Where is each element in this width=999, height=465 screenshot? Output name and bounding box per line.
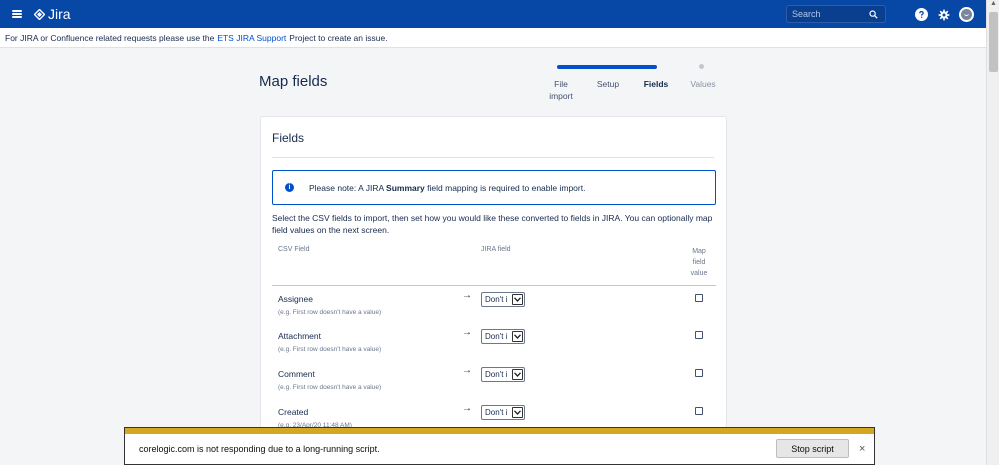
csv-field-hint: (e.g. First row doesn't have a value) <box>278 384 382 391</box>
page-title: Map fields <box>259 73 328 90</box>
jira-field-select[interactable]: Don't i <box>481 329 525 344</box>
arrow-icon: → <box>462 403 472 414</box>
banner-suffix: Project to create an issue. <box>289 32 388 43</box>
table-header: CSV Field JIRA field Map field value <box>272 246 716 286</box>
note-suffix: field mapping is required to enable impo… <box>427 182 586 193</box>
warning-stripe <box>125 428 874 434</box>
csv-field-name: Assignee <box>278 294 313 304</box>
csv-field-hint: (e.g. First row doesn't have a value) <box>278 309 382 316</box>
csv-field-name: Attachment <box>278 331 321 341</box>
notification-message: corelogic.com is not responding due to a… <box>139 444 380 454</box>
header-line: Map <box>692 248 706 255</box>
description: Select the CSV fields to import, then se… <box>272 213 713 235</box>
jira-field-select[interactable]: Don't i <box>481 292 525 307</box>
scrollbar-thumb[interactable] <box>989 12 998 72</box>
select-value: Don't i <box>485 408 508 417</box>
step-fields: Fields <box>640 78 672 90</box>
csv-field-hint: (e.g. First row doesn't have a value) <box>278 346 382 353</box>
search-input[interactable]: Search <box>786 5 886 23</box>
progress-tracker: File import Setup Fields Values <box>540 63 735 103</box>
jira-logo-icon <box>34 8 45 20</box>
table-row: Comment (e.g. First row doesn't have a v… <box>272 363 716 400</box>
progress-bar <box>557 65 657 69</box>
step-values: Values <box>686 78 720 90</box>
divider <box>272 157 714 158</box>
avatar-icon <box>961 9 972 20</box>
map-field-value-checkbox[interactable] <box>695 407 703 415</box>
column-header-csv-field: CSV Field <box>278 246 310 253</box>
progress-dot <box>699 64 704 69</box>
top-navigation-bar: Jira Search <box>0 0 986 28</box>
avatar[interactable] <box>959 7 974 22</box>
help-icon[interactable] <box>915 8 928 21</box>
announcement-banner: For JIRA or Confluence related requests … <box>0 28 986 48</box>
page-scrollbar[interactable]: ▲ <box>986 0 999 465</box>
note-prefix: Please note: A JIRA <box>309 182 384 193</box>
jira-logo[interactable]: Jira <box>34 6 71 22</box>
jira-field-select[interactable]: Don't i <box>481 367 525 382</box>
fields-card: Fields i Please note: A JIRA Summary fie… <box>260 116 727 436</box>
menu-icon[interactable] <box>12 10 22 18</box>
info-message-text: Please note: A JIRA Summary field mappin… <box>309 183 585 193</box>
search-placeholder: Search <box>792 9 821 19</box>
slow-script-notification: corelogic.com is not responding due to a… <box>124 427 875 465</box>
step-label: Values <box>690 79 716 89</box>
gear-icon[interactable] <box>937 8 950 21</box>
stop-script-button[interactable]: Stop script <box>776 439 849 458</box>
close-icon[interactable]: × <box>859 443 865 455</box>
step-file-import: File import <box>546 78 576 102</box>
table-row: Assignee (e.g. First row doesn't have a … <box>272 288 716 325</box>
table-row: Attachment (e.g. First row doesn't have … <box>272 325 716 362</box>
select-value: Don't i <box>485 295 508 304</box>
jira-field-select[interactable]: Don't i <box>481 405 525 420</box>
column-header-jira-field: JIRA field <box>481 246 511 253</box>
arrow-icon: → <box>462 327 472 338</box>
chevron-down-icon[interactable] <box>512 407 523 418</box>
step-label: File <box>554 79 568 89</box>
chevron-down-icon[interactable] <box>512 294 523 305</box>
step-label: Fields <box>643 79 669 89</box>
map-field-value-checkbox[interactable] <box>695 331 703 339</box>
banner-prefix: For JIRA or Confluence related requests … <box>5 32 215 43</box>
select-value: Don't i <box>485 370 508 379</box>
step-label: Setup <box>596 79 620 89</box>
csv-field-name: Comment <box>278 369 315 379</box>
step-label: import <box>549 91 573 101</box>
note-bold: Summary <box>386 182 425 193</box>
step-setup: Setup <box>592 78 624 90</box>
column-header-map-field-value: Map field value <box>687 246 711 279</box>
header-line: field <box>692 259 706 266</box>
header-icons <box>915 7 974 22</box>
select-value: Don't i <box>485 332 508 341</box>
map-field-value-checkbox[interactable] <box>695 294 703 302</box>
chevron-down-icon[interactable] <box>512 369 523 380</box>
app-name: Jira <box>48 6 71 22</box>
arrow-icon: → <box>462 290 472 301</box>
map-field-value-checkbox[interactable] <box>695 369 703 377</box>
ets-jira-support-link[interactable]: ETS JIRA Support <box>217 33 286 43</box>
scroll-up-icon[interactable]: ▲ <box>990 0 997 7</box>
info-message: i Please note: A JIRA Summary field mapp… <box>272 170 716 205</box>
info-icon: i <box>285 183 294 192</box>
csv-field-name: Created <box>278 407 309 417</box>
chevron-down-icon[interactable] <box>512 331 523 342</box>
header-line: value <box>690 270 708 277</box>
search-icon[interactable] <box>869 10 878 19</box>
card-title: Fields <box>272 131 305 145</box>
arrow-icon: → <box>462 365 472 376</box>
